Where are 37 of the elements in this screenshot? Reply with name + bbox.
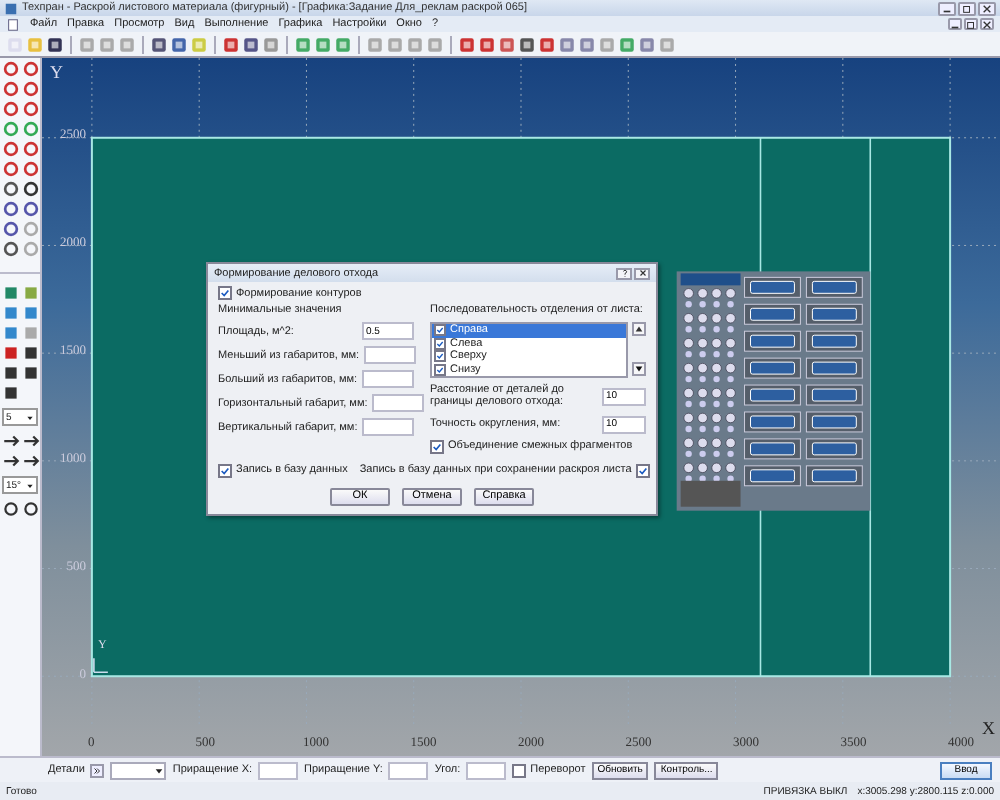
- details-toggle-button[interactable]: [90, 763, 105, 777]
- input-field[interactable]: [362, 418, 414, 436]
- help-button[interactable]: [616, 267, 632, 279]
- input-field[interactable]: [362, 370, 414, 388]
- move-down-button[interactable]: [632, 362, 646, 376]
- caret-icon: [26, 481, 34, 489]
- close-button[interactable]: [634, 267, 650, 279]
- caret-icon: [26, 413, 34, 421]
- checkmark-icon: [220, 288, 230, 298]
- close-button[interactable]: [980, 18, 994, 30]
- rotate-left-icon[interactable]: [2, 500, 20, 518]
- close-button[interactable]: [978, 1, 996, 15]
- origin-marker: [93, 657, 109, 674]
- input-field[interactable]: [258, 761, 299, 779]
- restore-button[interactable]: [964, 18, 978, 30]
- minimize-button[interactable]: [938, 1, 956, 15]
- axis-label: X: [982, 718, 995, 738]
- axis-label: Y: [50, 62, 63, 82]
- input-field[interactable]: [466, 761, 507, 779]
- app-icon: [4, 1, 18, 15]
- minimize-button[interactable]: [948, 18, 962, 30]
- arrow-icon[interactable]: [2, 452, 20, 470]
- input-field[interactable]: [363, 346, 416, 364]
- restore-button[interactable]: [958, 1, 976, 15]
- caret-icon: [154, 765, 165, 775]
- arrow-icon[interactable]: [22, 452, 40, 470]
- input-field[interactable]: [371, 394, 424, 412]
- rotate-right-icon[interactable]: [22, 500, 40, 518]
- document-icon: [6, 17, 20, 31]
- arrow-icon[interactable]: [22, 432, 40, 450]
- arrow-icon[interactable]: [2, 432, 20, 450]
- checkmark-icon: [432, 441, 442, 452]
- input-field[interactable]: [388, 761, 429, 779]
- move-up-button[interactable]: [632, 322, 646, 336]
- checkmark-icon: [220, 465, 230, 476]
- checkmark-icon: [637, 465, 648, 476]
- drawing-canvas[interactable]: [42, 58, 1000, 756]
